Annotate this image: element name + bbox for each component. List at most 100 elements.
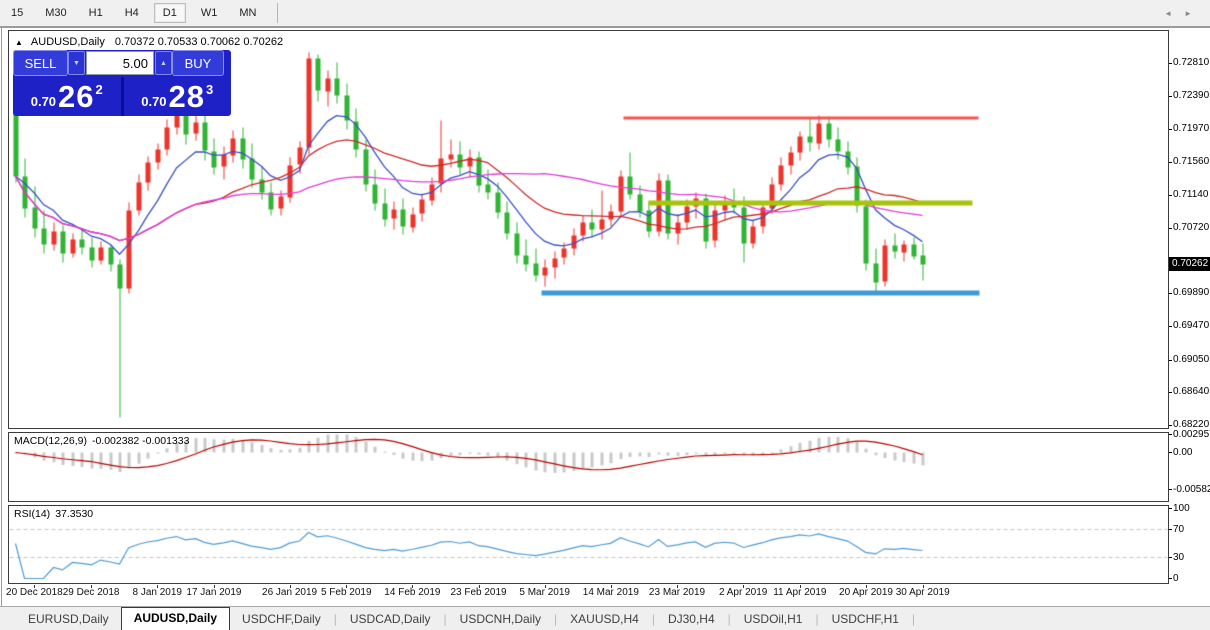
axis-tick — [1169, 425, 1172, 426]
tab-usdchf-daily[interactable]: USDCHF,Daily — [230, 609, 333, 630]
date-axis-tick — [346, 585, 347, 588]
date-axis-label: 23 Feb 2019 — [450, 587, 506, 598]
axis-tick — [1169, 129, 1172, 130]
date-axis-tick — [611, 585, 612, 588]
price-axis-label: 0.71560 — [1173, 156, 1209, 167]
rsi-axis-label: 0 — [1173, 573, 1179, 584]
timeframe-button-h1[interactable]: H1 — [82, 3, 110, 23]
buy-price-pip: 3 — [206, 82, 213, 97]
axis-tick — [1169, 360, 1172, 361]
axis-tick — [1169, 557, 1172, 558]
axis-tick — [1169, 578, 1172, 579]
axis-tick — [1169, 195, 1172, 196]
sell-price[interactable]: 0.70 26 2 — [13, 77, 121, 116]
tab-usdchf-h1[interactable]: USDCHF,H1 — [820, 609, 911, 630]
rsi-axis-label: 100 — [1173, 503, 1190, 514]
date-axis-label: 17 Jan 2019 — [186, 587, 241, 598]
volume-increase-button[interactable]: ▲ — [155, 51, 172, 75]
date-axis-tick — [545, 585, 546, 588]
sell-price-big: 26 — [58, 79, 94, 115]
buy-button[interactable]: BUY — [172, 50, 224, 76]
price-axis-label: 0.69890 — [1173, 287, 1209, 298]
macd-indicator-panel: MACD(12,26,9)-0.002382 -0.001333 — [8, 432, 1169, 502]
timeframe-button-15[interactable]: 15 — [4, 3, 30, 23]
chevron-up-icon: ▲ — [160, 60, 167, 67]
date-axis-label: 11 Apr 2019 — [773, 587, 826, 598]
buy-price[interactable]: 0.70 28 3 — [124, 77, 232, 116]
timeframe-button-mn[interactable]: MN — [232, 3, 263, 23]
tab-audusd-daily[interactable]: AUDUSD,Daily — [121, 607, 230, 630]
symbol-tabbar: EURUSD,DailyAUDUSD,DailyUSDCHF,Daily|USD… — [0, 606, 1210, 630]
date-axis-tick — [412, 585, 413, 588]
buy-price-prefix: 0.70 — [141, 94, 166, 109]
volume-field-wrap — [86, 51, 154, 75]
chart-ohlc-values: 0.70372 0.70533 0.70062 0.70262 — [115, 36, 283, 48]
macd-label: MACD(12,26,9)-0.002382 -0.001333 — [14, 435, 189, 447]
sell-price-pip: 2 — [96, 82, 103, 97]
timeframe-button-d1[interactable]: D1 — [154, 3, 186, 23]
macd-axis-label: 0.002957 — [1173, 429, 1210, 440]
volume-decrease-button[interactable]: ▼ — [68, 51, 85, 75]
axis-tick — [1169, 96, 1172, 97]
axis-tick — [1169, 63, 1172, 64]
buy-price-big: 28 — [169, 79, 205, 115]
date-axis-tick — [800, 585, 801, 588]
tab-usdcad-daily[interactable]: USDCAD,Daily — [338, 609, 443, 630]
rsi-canvas[interactable] — [9, 506, 1168, 583]
date-axis-tick — [743, 585, 744, 588]
sell-button[interactable]: SELL — [13, 50, 68, 76]
price-axis-label: 0.71970 — [1173, 123, 1209, 134]
tab-eurusd-daily[interactable]: EURUSD,Daily — [16, 609, 121, 630]
date-axis-tick — [677, 585, 678, 588]
trade-prices-row: 0.70 26 2 0.70 28 3 — [13, 77, 231, 116]
price-axis-label: 0.71140 — [1173, 189, 1208, 200]
tab-scroll-left-icon[interactable]: ◄ — [1164, 9, 1184, 18]
price-chart-panel: ▲ AUDUSD,Daily 0.70372 0.70533 0.70062 0… — [8, 30, 1169, 429]
date-axis-tick — [923, 585, 924, 588]
date-axis-label: 8 Jan 2019 — [133, 587, 183, 598]
date-axis-label: 14 Feb 2019 — [384, 587, 440, 598]
window-frame-edge — [1, 28, 2, 606]
collapse-panel-icon[interactable]: ▲ — [15, 38, 23, 47]
price-axis-label: 0.72810 — [1173, 57, 1209, 68]
toolbar-separator — [277, 3, 278, 23]
one-click-trade-panel: SELL ▼ ▲ BUY 0.70 26 2 0.70 28 3 — [13, 50, 231, 116]
chart-header: ▲ AUDUSD,Daily 0.70372 0.70533 0.70062 0… — [15, 36, 283, 48]
date-axis-tick — [214, 585, 215, 588]
axis-tick — [1169, 508, 1172, 509]
date-axis-label: 26 Jan 2019 — [262, 587, 317, 598]
macd-axis-label: -0.00582 — [1173, 484, 1210, 495]
axis-tick — [1169, 162, 1172, 163]
price-axis-label: 0.68640 — [1173, 386, 1209, 397]
tab-scroll-right-icon[interactable]: ► — [1184, 9, 1204, 18]
date-axis-label: 29 Dec 2018 — [63, 587, 120, 598]
trade-controls-row: SELL ▼ ▲ BUY — [13, 50, 231, 76]
date-axis-tick — [479, 585, 480, 588]
axis-tick — [1169, 529, 1172, 530]
timeframe-button-m30[interactable]: M30 — [38, 3, 73, 23]
rsi-value: 37.3530 — [55, 508, 93, 520]
timeframe-toolbar: 15 M30 H1 H4 D1 W1 MN — [0, 0, 1210, 28]
tab-xauusd-h4[interactable]: XAUUSD,H4 — [558, 609, 651, 630]
rsi-axis-label: 30 — [1173, 552, 1184, 563]
price-axis-label: 0.69470 — [1173, 320, 1209, 331]
tab-dj30-h4[interactable]: DJ30,H4 — [656, 609, 727, 630]
date-axis-label: 5 Feb 2019 — [321, 587, 372, 598]
volume-input[interactable] — [86, 51, 154, 75]
timeframe-button-w1[interactable]: W1 — [194, 3, 225, 23]
chart-symbol-label: AUDUSD,Daily — [31, 36, 105, 48]
rsi-label: RSI(14)37.3530 — [14, 508, 93, 520]
price-axis-label: 0.72390 — [1173, 90, 1209, 101]
axis-tick — [1169, 392, 1172, 393]
axis-tick — [1169, 228, 1172, 229]
tab-usdoil-h1[interactable]: USDOil,H1 — [732, 609, 815, 630]
date-axis-label: 30 Apr 2019 — [896, 587, 950, 598]
date-axis-tick — [91, 585, 92, 588]
timeframe-button-h4[interactable]: H4 — [118, 3, 146, 23]
date-axis-label: 14 Mar 2019 — [583, 587, 639, 598]
macd-values: -0.002382 -0.001333 — [92, 435, 190, 447]
tab-usdcnh-daily[interactable]: USDCNH,Daily — [448, 609, 553, 630]
date-axis-label: 20 Apr 2019 — [839, 587, 893, 598]
tab-scroll-arrows: ◄► — [1164, 9, 1204, 18]
price-axis-label: 0.69050 — [1173, 354, 1209, 365]
